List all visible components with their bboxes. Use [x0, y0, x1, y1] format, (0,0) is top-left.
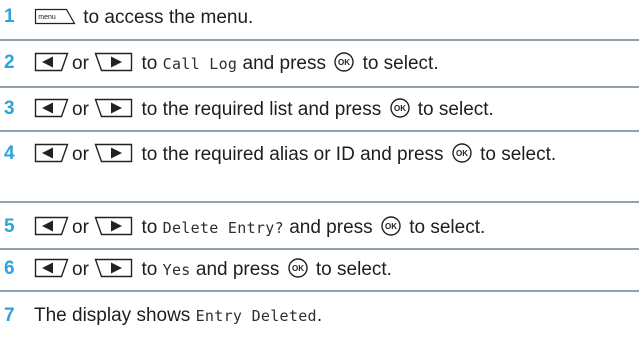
step-3: 3 or to the required list and press OK t…: [0, 88, 639, 132]
step-text: The display shows Entry Deleted.: [34, 304, 635, 328]
step-3-text-a: to the required list and press: [141, 99, 382, 120]
step-6-text-a: to: [141, 259, 158, 280]
display-message-entry-deleted: Entry Deleted: [195, 307, 317, 325]
menu-key-icon: menu: [34, 8, 76, 25]
right-nav-key-icon: [94, 258, 133, 278]
right-nav-key-icon: [94, 98, 133, 118]
ok-key-icon: OK: [389, 98, 410, 118]
step-number: 2: [4, 52, 15, 73]
right-nav-key-icon: [94, 143, 133, 163]
svg-text:OK: OK: [394, 104, 406, 113]
step-text: menu to access the menu.: [34, 5, 635, 30]
svg-text:OK: OK: [456, 149, 468, 158]
step-2-text-b: and press: [242, 53, 326, 74]
step-2: 2 or to Call Log and press OK to select.: [0, 41, 639, 88]
or-label: or: [72, 53, 89, 74]
instruction-steps: 1 menu to access the menu. 2 or to Call …: [0, 0, 639, 340]
left-nav-key-icon: [34, 98, 69, 118]
ok-key-icon: OK: [381, 216, 401, 236]
menu-key-label: menu: [38, 14, 56, 21]
step-number: 3: [4, 98, 15, 119]
or-label: or: [72, 144, 89, 165]
step-5: 5 or to Delete Entry? and press OK to se…: [0, 203, 639, 250]
svg-text:OK: OK: [292, 264, 304, 273]
step-number: 7: [4, 305, 15, 326]
left-nav-key-icon: [34, 143, 69, 163]
ok-key-icon: OK: [452, 143, 472, 163]
menu-option-call-log: Call Log: [162, 55, 238, 73]
step-number: 5: [4, 216, 15, 237]
menu-option-delete-entry: Delete Entry?: [162, 219, 284, 237]
step-5-text-a: to: [141, 217, 158, 238]
step-7-text-b: .: [316, 305, 323, 326]
ok-key-icon: OK: [334, 52, 354, 72]
right-nav-key-icon: [94, 52, 133, 72]
step-number: 1: [4, 6, 15, 27]
left-nav-key-icon: [34, 258, 69, 278]
left-nav-key-icon: [34, 52, 69, 72]
step-4-text-a: to the required alias or ID and press: [141, 144, 444, 165]
or-label: or: [72, 217, 89, 238]
step-text: or to the required alias or ID and press…: [34, 142, 635, 168]
step-number: 4: [4, 143, 15, 164]
svg-text:OK: OK: [385, 222, 397, 231]
step-2-text-c: to select.: [362, 53, 439, 74]
menu-option-yes: Yes: [162, 261, 191, 279]
right-nav-key-icon: [94, 216, 133, 236]
step-7-text-a: The display shows: [34, 305, 191, 326]
step-6-text-c: to select.: [315, 259, 392, 280]
ok-key-icon: OK: [287, 258, 308, 278]
step-text: or to Call Log and press OK to select.: [34, 51, 635, 76]
step-4: 4 or to the required alias or ID and pre…: [0, 132, 639, 203]
step-1: 1 menu to access the menu.: [0, 0, 639, 41]
or-label: or: [72, 99, 89, 120]
or-label: or: [72, 259, 89, 280]
step-6-text-b: and press: [195, 259, 280, 280]
step-text: or to Delete Entry? and press OK to sele…: [34, 215, 635, 240]
step-1-text: to access the menu.: [83, 7, 254, 28]
step-6: 6 or to Yes and press OK to select.: [0, 250, 639, 292]
step-4-text-c: to select.: [480, 144, 557, 165]
step-5-text-b: and press: [289, 217, 373, 238]
step-3-text-c: to select.: [417, 99, 494, 120]
step-text: or to Yes and press OK to select.: [34, 257, 635, 282]
left-nav-key-icon: [34, 216, 69, 236]
step-7: 7 The display shows Entry Deleted.: [0, 292, 639, 340]
svg-text:OK: OK: [338, 58, 350, 67]
step-5-text-c: to select.: [409, 217, 486, 238]
step-2-text-a: to: [141, 53, 158, 74]
step-text: or to the required list and press OK to …: [34, 97, 635, 122]
step-number: 6: [4, 258, 15, 279]
